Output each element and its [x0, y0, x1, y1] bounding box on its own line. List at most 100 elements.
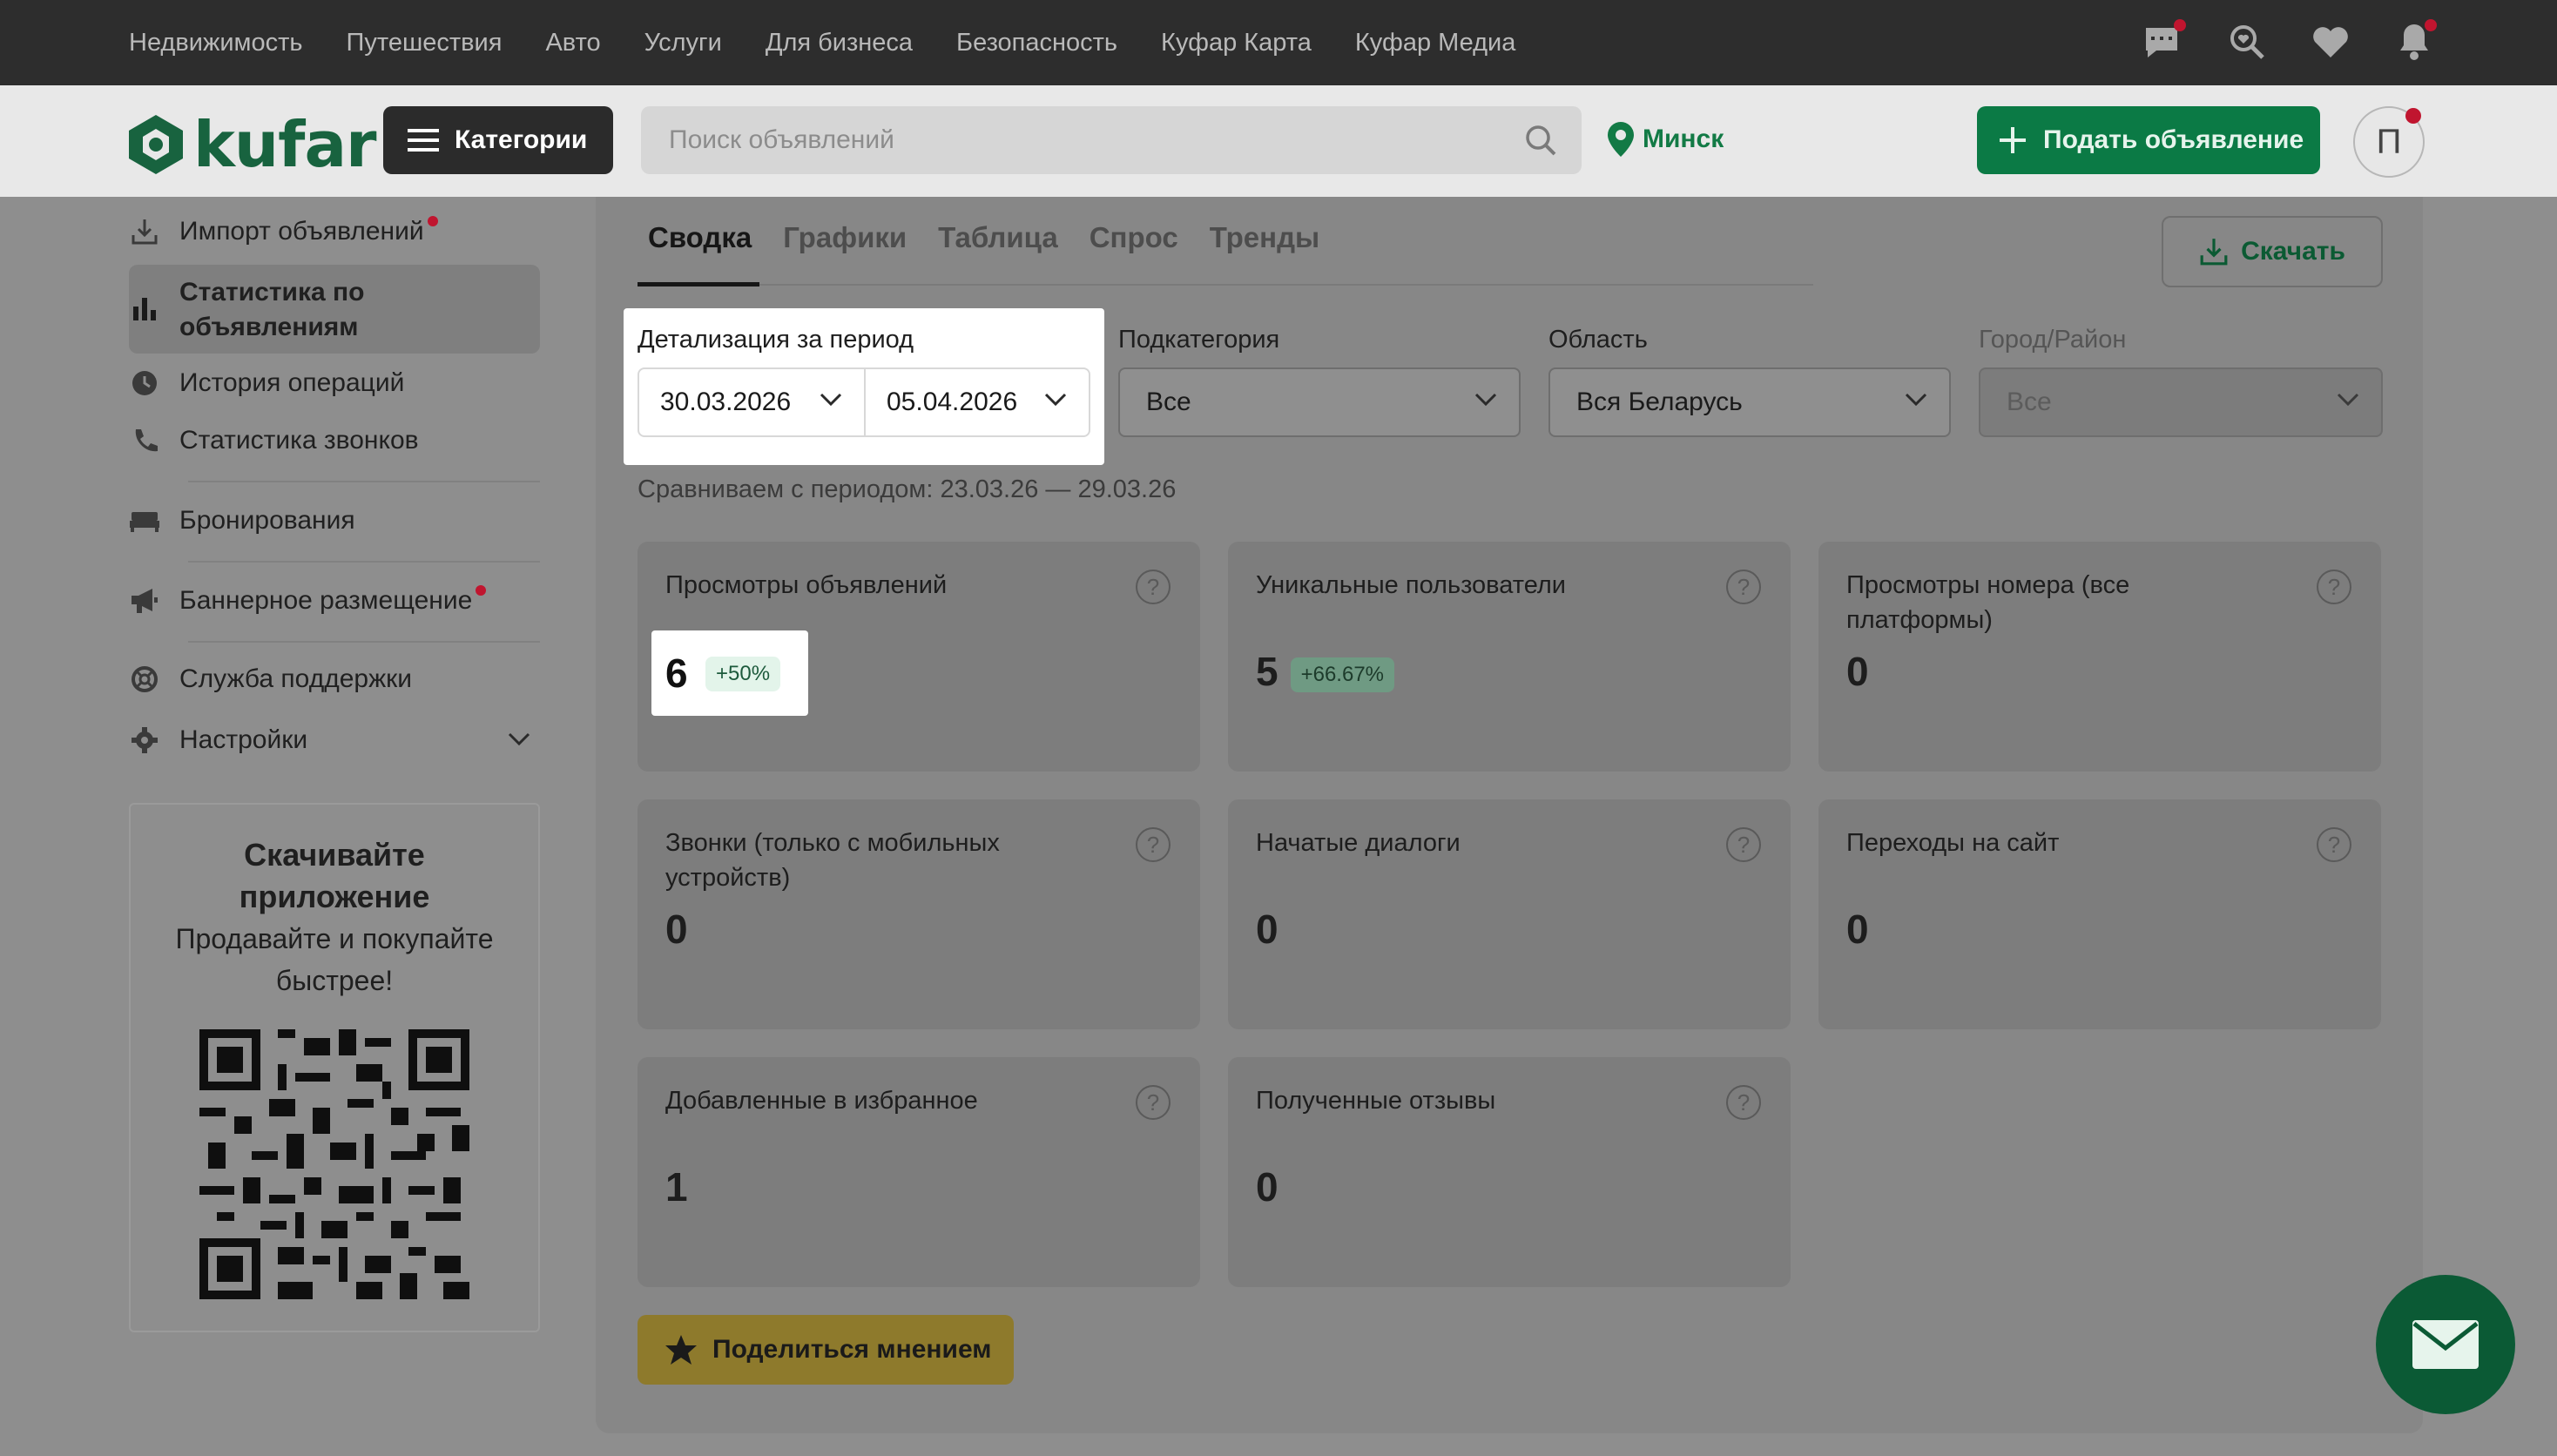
subcategory-label: Подкатегория: [1118, 326, 1280, 354]
sidebar-item-label: Настройки: [179, 725, 308, 754]
sidebar-item-import[interactable]: Импорт объявлений: [129, 216, 454, 247]
sidebar-divider: [188, 481, 540, 482]
mail-icon: [2412, 1320, 2479, 1369]
stat-card-dialogs-started: Начатые диалоги ? 0: [1228, 799, 1791, 1029]
help-icon[interactable]: ?: [1136, 1085, 1171, 1120]
stat-card-title: Начатые диалоги: [1256, 829, 1461, 857]
sidebar-item-bookings[interactable]: Бронирования: [129, 505, 355, 536]
tab-active-indicator: [638, 282, 759, 286]
top-nav-link[interactable]: Путешествия: [347, 29, 503, 57]
sidebar-item-operations-history[interactable]: История операций: [129, 367, 404, 399]
ad-views-value-highlight: 6 +50%: [651, 630, 808, 716]
stat-card-reviews-received: Полученные отзывы ? 0: [1228, 1057, 1791, 1287]
date-to-value: 05.04.2026: [886, 388, 1018, 416]
sidebar-divider: [188, 561, 540, 563]
top-nav-link[interactable]: Недвижимость: [129, 29, 303, 57]
post-ad-button[interactable]: Подать объявление: [1977, 106, 2320, 174]
city-district-select[interactable]: Все: [1979, 367, 2383, 437]
top-nav-link[interactable]: Безопасность: [956, 29, 1117, 57]
help-icon[interactable]: ?: [1726, 827, 1761, 862]
stat-card-title: Просмотры объявлений: [665, 571, 948, 599]
chevron-down-icon: [820, 393, 842, 407]
search-icon[interactable]: [1524, 124, 1557, 157]
categories-button[interactable]: Категории: [383, 106, 613, 174]
chevron-down-icon: [1905, 393, 1927, 407]
stat-card-title: Полученные отзывы: [1256, 1087, 1496, 1115]
region-select[interactable]: Вся Беларусь: [1548, 367, 1951, 437]
sidebar-item-label: История операций: [179, 368, 405, 397]
contact-mail-button[interactable]: [2376, 1275, 2515, 1414]
sidebar-item-call-statistics[interactable]: Статистика звонков: [129, 425, 419, 456]
city-district-label: Город/Район: [1979, 326, 2127, 354]
clock-icon: [129, 367, 160, 399]
categories-label: Категории: [455, 125, 588, 154]
messages-icon[interactable]: [2142, 19, 2186, 63]
stat-card-unique-users: Уникальные пользователи ? 5 +66.67%: [1228, 542, 1791, 772]
download-label: Скачать: [2241, 237, 2345, 266]
stat-card-title: Переходы на сайт: [1846, 829, 2060, 857]
tab-charts[interactable]: Графики: [783, 221, 907, 254]
stat-card-value: 0: [1846, 907, 1869, 952]
stat-card-title: Звонки (только с мобильных устройств): [665, 829, 1000, 892]
top-nav-link[interactable]: Авто: [545, 29, 600, 57]
help-icon[interactable]: ?: [1136, 827, 1171, 862]
stat-card-value: 0: [1256, 907, 1278, 952]
share-feedback-label: Поделиться мнением: [712, 1335, 992, 1364]
stat-card-value-row: 5 +66.67%: [1256, 648, 1395, 695]
help-icon[interactable]: ?: [2317, 827, 2351, 862]
sidebar-item-label: Бронирования: [179, 506, 355, 535]
tab-demand[interactable]: Спрос: [1090, 221, 1178, 254]
kufar-logo[interactable]: kufar: [127, 108, 377, 181]
help-icon[interactable]: ?: [1726, 1085, 1761, 1120]
chevron-down-icon: [2337, 393, 2359, 407]
saved-search-icon[interactable]: [2226, 21, 2268, 63]
date-range-picker: 30.03.2026 05.04.2026: [638, 367, 1090, 437]
chevron-down-icon[interactable]: [507, 731, 531, 747]
share-feedback-button[interactable]: Поделиться мнением: [638, 1315, 1014, 1385]
help-icon[interactable]: ?: [2317, 570, 2351, 604]
sidebar-item-ad-statistics[interactable]: Статистика по объявлениям: [129, 275, 441, 345]
date-from-value: 30.03.2026: [660, 388, 792, 416]
search-placeholder: Поиск объявлений: [669, 125, 894, 154]
stat-card-value: 1: [665, 1164, 688, 1210]
stat-card-value: 0: [1846, 649, 1869, 694]
stat-card-phone-views: Просмотры номера (все платформы) ? 0: [1818, 542, 2381, 772]
compare-period-text: Сравниваем с периодом: 23.03.26 — 29.03.…: [638, 475, 1177, 503]
sidebar-item-support[interactable]: Служба поддержки: [129, 664, 412, 695]
help-icon[interactable]: ?: [1136, 570, 1171, 604]
date-to-select[interactable]: 05.04.2026: [863, 369, 1089, 435]
sidebar-item-settings[interactable]: Настройки: [129, 725, 540, 756]
tab-table[interactable]: Таблица: [938, 221, 1058, 254]
lifebuoy-icon: [129, 664, 160, 695]
top-nav-link[interactable]: Для бизнеса: [766, 29, 913, 57]
city-selector[interactable]: Минск: [1608, 122, 1724, 157]
sidebar-item-label: Статистика по объявлениям: [179, 278, 365, 341]
stat-card-calls: Звонки (только с мобильных устройств) ? …: [638, 799, 1200, 1029]
top-nav-link[interactable]: Куфар Медиа: [1355, 29, 1515, 57]
stat-card-title: Просмотры номера (все платформы): [1846, 571, 2130, 634]
app-download-promo: Скачивайте приложение Продавайте и покуп…: [129, 803, 540, 1332]
statistics-tabs: Сводка Графики Таблица Спрос Тренды: [648, 221, 1319, 254]
favorites-heart-icon[interactable]: [2310, 21, 2351, 63]
notifications-bell-icon[interactable]: [2393, 19, 2437, 63]
sidebar-item-label: Статистика звонков: [179, 426, 419, 455]
date-from-select[interactable]: 30.03.2026: [639, 369, 864, 435]
stat-card-value: 5: [1256, 649, 1278, 694]
qr-code-image[interactable]: [191, 1021, 478, 1308]
tab-trends[interactable]: Тренды: [1210, 221, 1319, 254]
top-nav-link[interactable]: Услуги: [644, 29, 722, 57]
top-nav-link[interactable]: Куфар Карта: [1161, 29, 1312, 57]
stat-card-title: Уникальные пользователи: [1256, 571, 1567, 599]
logo-mark-icon: [129, 115, 183, 174]
subcategory-select[interactable]: Все: [1118, 367, 1521, 437]
help-icon[interactable]: ?: [1726, 570, 1761, 604]
bar-chart-icon: [129, 293, 160, 324]
top-nav-links: Недвижимость Путешествия Авто Услуги Для…: [129, 29, 1559, 57]
download-icon: [129, 216, 160, 247]
search-input[interactable]: Поиск объявлений: [641, 106, 1582, 174]
tab-summary[interactable]: Сводка: [648, 221, 752, 254]
download-button[interactable]: Скачать: [2162, 216, 2383, 287]
chevron-down-icon: [1044, 393, 1067, 407]
sidebar-item-banner-placement[interactable]: Баннерное размещение: [129, 585, 502, 617]
user-avatar[interactable]: П: [2353, 106, 2425, 178]
